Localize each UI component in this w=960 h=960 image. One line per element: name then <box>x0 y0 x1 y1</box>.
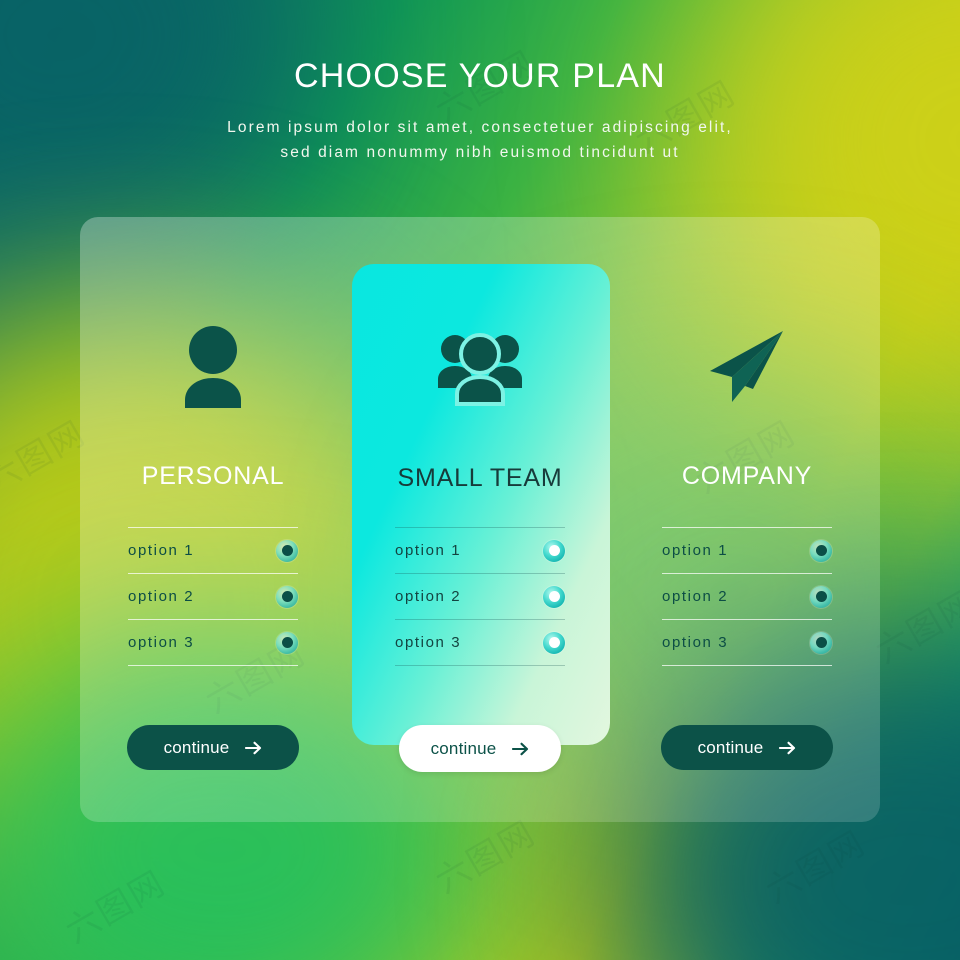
subtitle-line-1: Lorem ipsum dolor sit amet, consectetuer… <box>227 118 733 136</box>
paper-plane-icon <box>614 317 880 417</box>
option-row[interactable]: option 1 <box>662 527 832 573</box>
option-label: option 2 <box>128 588 195 605</box>
radio-button[interactable] <box>810 585 832 608</box>
option-label: option 2 <box>662 588 729 605</box>
radio-button[interactable] <box>810 631 832 654</box>
radio-dot <box>548 637 560 648</box>
radio-dot <box>281 637 293 648</box>
option-label: option 3 <box>395 634 462 651</box>
plan-card-company[interactable]: COMPANY option 1 option 2 option 3 conti… <box>614 217 880 822</box>
plan-name: COMPANY <box>681 462 813 490</box>
option-row[interactable]: option 2 <box>128 573 298 619</box>
arrow-right-icon <box>245 741 262 755</box>
continue-button-small-team[interactable]: continue <box>399 725 561 772</box>
plan-card-content: PERSONAL option 1 option 2 option 3 cont… <box>80 217 346 822</box>
plan-card-content: COMPANY option 1 option 2 option 3 conti… <box>614 217 880 822</box>
arrow-right-icon <box>779 741 796 755</box>
page-header: CHOOSE YOUR PLAN Lorem ipsum dolor sit a… <box>0 56 960 166</box>
continue-button-label: continue <box>163 737 230 757</box>
person-icon <box>80 317 346 417</box>
option-label: option 2 <box>395 588 462 605</box>
arrow-right-icon <box>512 742 529 756</box>
people-group-icon <box>347 317 613 417</box>
page-title: CHOOSE YOUR PLAN <box>294 57 666 95</box>
radio-dot <box>548 591 560 602</box>
pricing-plans-screen: 六图网 六图网 六图网 六图网 六图网 六图网 六图网 六图网 六图网 CHOO… <box>0 0 960 960</box>
option-row[interactable]: option 3 <box>395 619 565 666</box>
radio-button[interactable] <box>543 631 565 654</box>
plan-options: option 1 option 2 option 3 <box>662 527 832 666</box>
radio-button[interactable] <box>276 585 298 608</box>
radio-button[interactable] <box>810 539 832 562</box>
radio-button[interactable] <box>276 539 298 562</box>
option-label: option 3 <box>128 634 195 651</box>
option-row[interactable]: option 1 <box>128 527 298 573</box>
option-label: option 1 <box>662 542 729 559</box>
option-row[interactable]: option 3 <box>662 619 832 666</box>
continue-button-label: continue <box>697 737 764 757</box>
plan-card-personal[interactable]: PERSONAL option 1 option 2 option 3 cont… <box>80 217 346 822</box>
option-row[interactable]: option 3 <box>128 619 298 666</box>
radio-button[interactable] <box>543 539 565 562</box>
page-subtitle: Lorem ipsum dolor sit amet, consectetuer… <box>0 115 960 166</box>
option-row[interactable]: option 2 <box>395 573 565 619</box>
plan-name: SMALL TEAM <box>397 464 563 492</box>
radio-dot <box>815 591 827 602</box>
option-label: option 1 <box>128 542 195 559</box>
option-label: option 1 <box>395 542 462 559</box>
option-row[interactable]: option 2 <box>662 573 832 619</box>
radio-dot <box>548 545 560 556</box>
subtitle-line-2: sed diam nonummy nibh euismod tincidunt … <box>280 144 680 162</box>
plan-options: option 1 option 2 option 3 <box>395 527 565 666</box>
radio-dot <box>281 591 293 602</box>
continue-button-personal[interactable]: continue <box>127 725 299 770</box>
radio-dot <box>815 545 827 556</box>
continue-button-label: continue <box>430 738 497 758</box>
radio-dot <box>281 545 293 556</box>
continue-button-company[interactable]: continue <box>661 725 833 770</box>
option-label: option 3 <box>662 634 729 651</box>
option-row[interactable]: option 1 <box>395 527 565 573</box>
radio-button[interactable] <box>543 585 565 608</box>
plan-name: PERSONAL <box>141 462 285 490</box>
radio-dot <box>815 637 827 648</box>
radio-button[interactable] <box>276 631 298 654</box>
plan-options: option 1 option 2 option 3 <box>128 527 298 666</box>
